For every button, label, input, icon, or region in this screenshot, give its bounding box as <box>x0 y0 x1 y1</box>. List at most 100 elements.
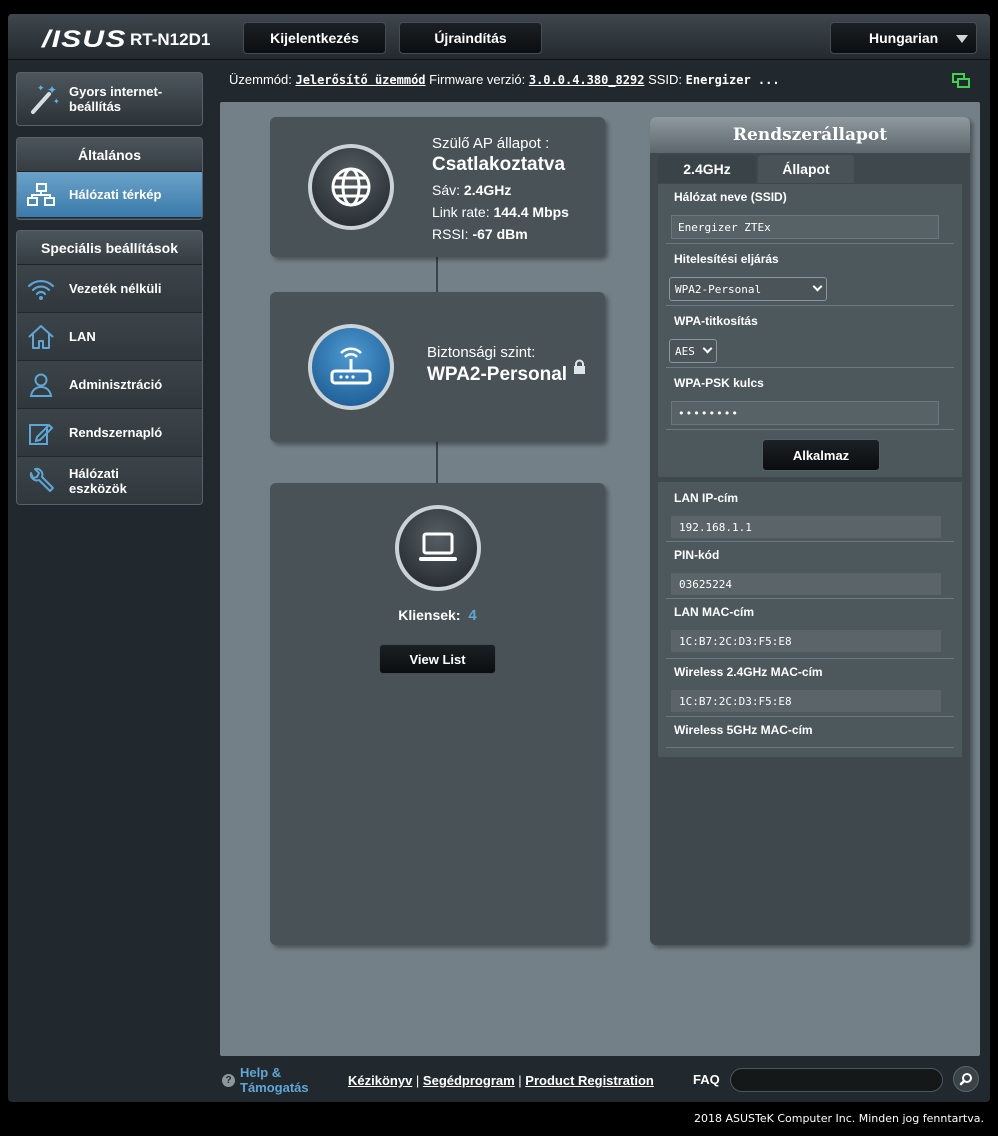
language-value: Hungarian <box>869 30 939 46</box>
tab-status[interactable]: Állapot <box>758 155 854 183</box>
wireless-24-mac-label: Wireless 2.4GHz MAC-cím <box>674 665 823 679</box>
faq-label: FAQ <box>693 1072 720 1087</box>
clients-card[interactable]: Kliensek: 4 View List <box>270 483 605 945</box>
system-status-panel: Rendszerállapot 2.4GHz Állapot Hálózat n… <box>650 117 970 945</box>
band-label: Sáv: <box>432 182 461 198</box>
link-rate-value: 144.4 Mbps <box>493 204 569 220</box>
footer-links: Kézikönyv | Segédprogram | Product Regis… <box>348 1073 654 1088</box>
help-support-link[interactable]: Help & Támogatás <box>240 1065 320 1095</box>
sidebar-item-label: Vezeték nélküli <box>69 281 162 296</box>
divider <box>666 716 954 717</box>
router-icon <box>308 324 394 410</box>
user-icon <box>27 371 55 399</box>
rssi-row: RSSI: -67 dBm <box>432 223 569 245</box>
tab-2-4ghz[interactable]: 2.4GHz <box>658 155 756 183</box>
network-map-icon <box>27 181 55 209</box>
clients-count: 4 <box>468 607 477 624</box>
advanced-heading: Speciális beállítások <box>17 231 202 265</box>
home-icon <box>27 323 55 351</box>
faq-search-input[interactable] <box>730 1068 943 1092</box>
link-rate-label: Link rate: <box>432 204 490 220</box>
apply-button[interactable]: Alkalmaz <box>762 439 880 471</box>
auth-method-value: WPA2-Personal <box>675 282 762 296</box>
auth-method-select[interactable]: WPA2-Personal <box>669 277 827 301</box>
ssid-value: Energizer ... <box>685 73 780 87</box>
divider <box>666 243 954 244</box>
sidebar-item-label: Rendszernapló <box>69 425 163 440</box>
sidebar-item-network-map[interactable]: Hálózati térkép <box>17 172 202 218</box>
chevron-down-icon <box>812 281 823 292</box>
lan-ip-value: 192.168.1.1 <box>671 516 941 538</box>
security-card[interactable]: Biztonsági szint: WPA2-Personal <box>270 292 605 442</box>
psk-input[interactable]: •••••••• <box>671 401 939 425</box>
logout-button[interactable]: Kijelentkezés <box>243 22 386 54</box>
sidebar-item-system-log[interactable]: Rendszernapló <box>17 409 202 457</box>
divider <box>666 747 954 748</box>
psk-label: WPA-PSK kulcs <box>674 376 764 390</box>
lock-icon <box>573 359 586 381</box>
sidebar-item-network-tools[interactable]: Hálózati eszközök <box>17 457 202 504</box>
ssid-label: SSID: <box>648 72 683 87</box>
asus-logo: /ISUS <box>42 26 127 53</box>
lan-mac-label: LAN MAC-cím <box>674 605 754 619</box>
wireless-24-mac-value: 1C:B7:2C:D3:F5:E8 <box>671 690 941 712</box>
encryption-select[interactable]: AES <box>669 339 717 363</box>
faq-search-button[interactable] <box>953 1066 979 1092</box>
wireless-settings-section: Hálózat neve (SSID) Energizer ZTEx Hitel… <box>658 184 962 477</box>
parent-ap-card[interactable]: Szülő AP állapot : Csatlakoztatva Sáv: 2… <box>270 117 605 257</box>
wrench-icon <box>27 467 55 495</box>
sidebar-item-lan[interactable]: LAN <box>17 313 202 361</box>
system-status-title: Rendszerállapot <box>650 117 970 153</box>
utility-link[interactable]: Segédprogram <box>423 1073 515 1088</box>
lan-ip-label: LAN IP-cím <box>674 491 739 505</box>
router-model: RT-N12D1 <box>130 30 211 49</box>
quick-internet-setup-button[interactable]: ✦ ✦ ✦ Gyors internet-beállítás <box>16 72 203 126</box>
encryption-value: AES <box>675 344 695 358</box>
firmware-label: Firmware verzió: <box>429 72 526 87</box>
magic-wand-icon: ✦ ✦ ✦ <box>27 82 61 116</box>
quick-setup-label: Gyors internet-beállítás <box>69 84 163 114</box>
general-heading: Általános <box>17 138 202 172</box>
top-bar: /ISUS RT-N12D1 Kijelentkezés Újraindítás… <box>8 14 990 60</box>
auth-method-label: Hitelesítési eljárás <box>674 252 779 266</box>
security-level-label: Biztonsági szint: <box>427 344 536 361</box>
sidebar-item-label: LAN <box>69 329 96 344</box>
general-menu-group: Általános Hálózati térkép <box>16 137 203 220</box>
band-row: Sáv: 2.4GHz <box>432 179 569 201</box>
mode-link[interactable]: Jelerősítő üzemmód <box>295 73 425 87</box>
rssi-label: RSSI: <box>432 226 469 242</box>
firmware-link[interactable]: 3.0.0.4.380_8292 <box>529 73 645 87</box>
sidebar-item-label: Hálózati eszközök <box>69 466 127 496</box>
divider <box>666 541 954 542</box>
wifi-icon <box>27 275 55 303</box>
mode-label: Üzemmód: <box>229 72 292 87</box>
svg-text:✦: ✦ <box>37 84 45 94</box>
svg-text:✦: ✦ <box>53 97 60 106</box>
band-value: 2.4GHz <box>463 182 512 198</box>
computer-icon <box>395 505 481 591</box>
sidebar-item-label: Hálózati térkép <box>69 187 162 202</box>
connector-line <box>436 442 438 483</box>
ssid-input[interactable]: Energizer ZTEx <box>671 215 939 239</box>
language-select[interactable]: Hungarian <box>830 22 977 54</box>
encryption-label: WPA-titkosítás <box>674 314 758 328</box>
ap-status-value: Csatlakoztatva <box>432 154 566 175</box>
product-registration-link[interactable]: Product Registration <box>525 1073 654 1088</box>
network-status-icon[interactable] <box>951 72 971 95</box>
sidebar-item-wireless[interactable]: Vezeték nélküli <box>17 265 202 313</box>
link-rate-row: Link rate: 144.4 Mbps <box>432 201 569 223</box>
pin-value: 03625224 <box>671 573 941 595</box>
sidebar-item-administration[interactable]: Adminisztráció <box>17 361 202 409</box>
security-level-value: WPA2-Personal <box>427 364 568 385</box>
ap-status-title: Szülő AP állapot : <box>432 135 550 152</box>
chevron-down-icon <box>956 35 968 43</box>
device-info-section: LAN IP-cím 192.168.1.1 PIN-kód 03625224 … <box>658 482 962 757</box>
divider <box>666 658 954 659</box>
rssi-value: -67 dBm <box>472 226 528 242</box>
divider <box>666 367 954 368</box>
connector-line <box>436 257 438 293</box>
sidebar-item-label: Adminisztráció <box>69 377 163 392</box>
view-list-button[interactable]: View List <box>379 644 496 674</box>
manual-link[interactable]: Kézikönyv <box>348 1073 412 1088</box>
reboot-button[interactable]: Újraindítás <box>399 22 542 54</box>
